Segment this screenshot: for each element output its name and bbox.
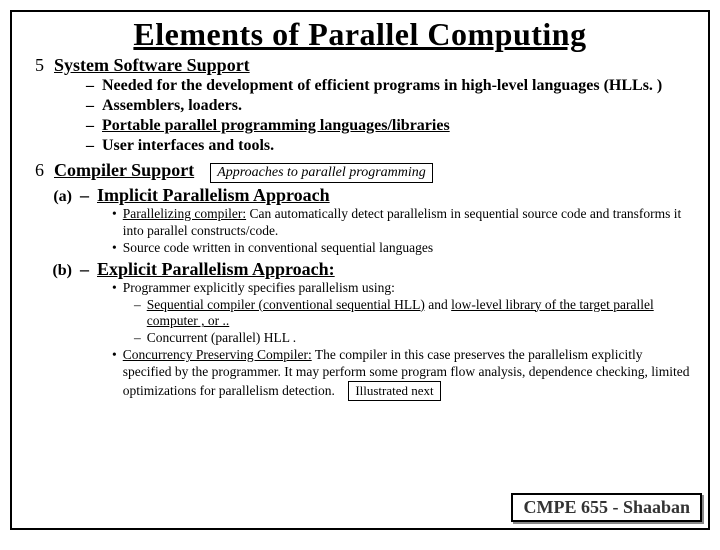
list-text: Portable parallel programming languages/… bbox=[102, 116, 450, 136]
subsection-b-bullets: • Programmer explicitly specifies parall… bbox=[112, 280, 694, 402]
subsection-a-row: (a) – Implicit Parallelism Approach bbox=[48, 185, 694, 206]
list-item: – Portable parallel programming language… bbox=[86, 116, 694, 136]
list-text: Assemblers, loaders. bbox=[102, 96, 242, 116]
subsection-b-label: (b) bbox=[48, 262, 72, 280]
bullet-item: • Parallelizing compiler: Can automatica… bbox=[112, 206, 694, 240]
nested-list: – Sequential compiler (conventional sequ… bbox=[134, 297, 694, 348]
list-item: – Concurrent (parallel) HLL . bbox=[134, 330, 694, 347]
list-item: – Sequential compiler (conventional sequ… bbox=[134, 297, 694, 331]
subsection-a-label: (a) bbox=[48, 188, 72, 206]
list-item: – Needed for the development of efficien… bbox=[86, 76, 694, 96]
dash-icon: – bbox=[86, 96, 94, 116]
text-underlined: Sequential compiler (conventional sequen… bbox=[147, 297, 425, 312]
section-6-heading: Compiler Support bbox=[54, 160, 194, 181]
slide-frame: Elements of Parallel Computing 5 System … bbox=[10, 10, 710, 530]
bullet-icon: • bbox=[112, 240, 117, 257]
bullet-text: Concurrency Preserving Compiler: The com… bbox=[123, 347, 694, 401]
list-text: Concurrent (parallel) HLL . bbox=[147, 330, 296, 347]
section-5-row: 5 System Software Support bbox=[26, 55, 694, 76]
bullet-icon: • bbox=[112, 347, 117, 401]
section-6-row: 6 Compiler Support Approaches to paralle… bbox=[26, 160, 694, 183]
dash-icon: – bbox=[134, 297, 141, 331]
bullet-lead: Concurrency Preserving Compiler: bbox=[123, 347, 312, 362]
section-6-number: 6 bbox=[26, 160, 44, 181]
bullet-text: Source code written in conventional sequ… bbox=[123, 240, 433, 257]
bullet-item: • Programmer explicitly specifies parall… bbox=[112, 280, 694, 297]
dash-icon: – bbox=[134, 330, 141, 347]
dash-icon: – bbox=[86, 76, 94, 96]
dash-icon: – bbox=[86, 116, 94, 136]
bullet-text: Parallelizing compiler: Can automaticall… bbox=[123, 206, 694, 240]
list-item: – User interfaces and tools. bbox=[86, 136, 694, 156]
subsection-a-bullets: • Parallelizing compiler: Can automatica… bbox=[112, 206, 694, 257]
dash-icon: – bbox=[86, 136, 94, 156]
approaches-note-box: Approaches to parallel programming bbox=[210, 163, 433, 183]
dash-icon: – bbox=[80, 259, 89, 280]
bullet-text: Programmer explicitly specifies parallel… bbox=[123, 280, 395, 297]
dash-icon: – bbox=[80, 185, 89, 206]
slide-title: Elements of Parallel Computing bbox=[26, 16, 694, 53]
bullet-icon: • bbox=[112, 206, 117, 240]
list-item: – Assemblers, loaders. bbox=[86, 96, 694, 116]
text-mid: and bbox=[425, 297, 451, 312]
subsection-b-row: (b) – Explicit Parallelism Approach: bbox=[48, 259, 694, 280]
subsection-b-heading: Explicit Parallelism Approach: bbox=[97, 259, 335, 280]
section-5-list: – Needed for the development of efficien… bbox=[86, 76, 694, 156]
illustrated-next-box: Illustrated next bbox=[348, 381, 440, 401]
bullet-icon: • bbox=[112, 280, 117, 297]
footer-course-badge: CMPE 655 - Shaaban bbox=[511, 493, 702, 522]
section-5-number: 5 bbox=[26, 55, 44, 76]
subsection-a-heading: Implicit Parallelism Approach bbox=[97, 185, 330, 206]
list-text: Needed for the development of efficient … bbox=[102, 76, 662, 96]
list-text: User interfaces and tools. bbox=[102, 136, 274, 156]
section-5-heading: System Software Support bbox=[54, 55, 250, 76]
bullet-item: • Source code written in conventional se… bbox=[112, 240, 694, 257]
bullet-lead: Parallelizing compiler: bbox=[123, 206, 246, 221]
bullet-item: • Concurrency Preserving Compiler: The c… bbox=[112, 347, 694, 401]
list-text: Sequential compiler (conventional sequen… bbox=[147, 297, 694, 331]
